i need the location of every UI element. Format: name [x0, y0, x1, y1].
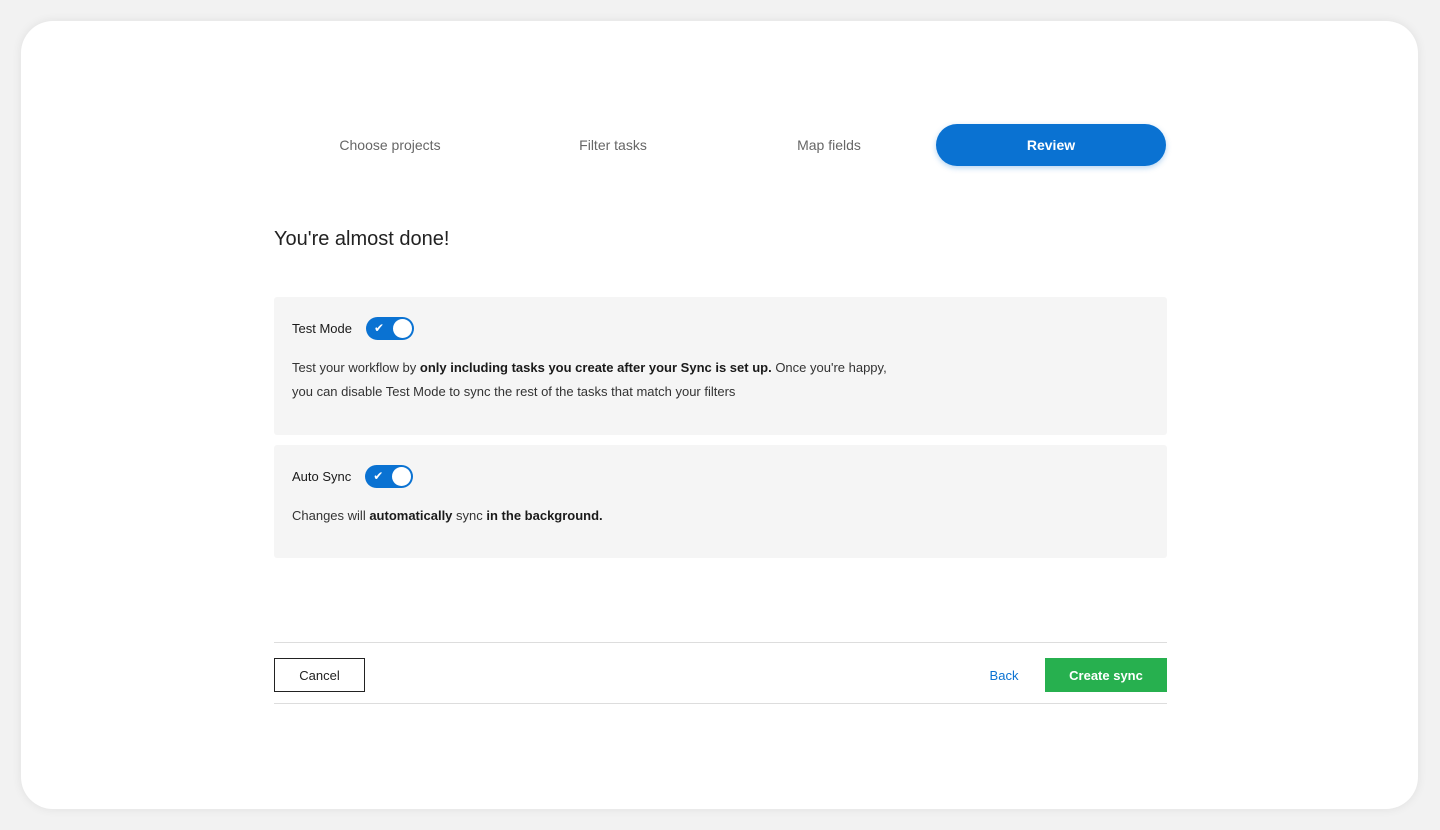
test-mode-text-line2: you can disable Test Mode to sync the re… [292, 384, 736, 399]
test-mode-text-part: Once you're happy, [771, 360, 887, 375]
auto-sync-description: Changes will automatically sync in the b… [292, 504, 992, 528]
auto-sync-header: Auto Sync ✔ [292, 465, 414, 488]
test-mode-description: Test your workflow by only including tas… [292, 356, 992, 404]
step-map-fields[interactable]: Map fields [716, 124, 942, 166]
auto-sync-toggle[interactable]: ✔ [365, 465, 414, 488]
test-mode-text-part: Test your workflow by [292, 360, 420, 375]
auto-sync-text-bold: automatically [369, 508, 453, 523]
test-mode-title: Test Mode [292, 321, 352, 336]
stepper: Choose projects Filter tasks Map fields … [274, 124, 1166, 166]
check-icon: ✔ [373, 321, 385, 335]
step-filter-tasks[interactable]: Filter tasks [500, 124, 726, 166]
toggle-knob [392, 319, 412, 338]
page-title: You're almost done! [274, 228, 450, 250]
auto-sync-text-part: sync [452, 508, 487, 523]
toggle-knob [392, 467, 412, 486]
test-mode-panel: Test Mode ✔ Test your workflow by only i… [274, 297, 1167, 435]
check-icon: ✔ [373, 469, 384, 483]
step-review[interactable]: Review [936, 124, 1166, 166]
test-mode-header: Test Mode ✔ [292, 317, 414, 340]
auto-sync-panel: Auto Sync ✔ Changes will automatically s… [274, 445, 1167, 558]
test-mode-toggle[interactable]: ✔ [365, 317, 414, 340]
back-button[interactable]: Back [974, 658, 1034, 692]
create-sync-button[interactable]: Create sync [1045, 658, 1167, 692]
test-mode-text-bold: only including tasks you create after yo… [419, 360, 772, 375]
step-choose-projects[interactable]: Choose projects [274, 124, 506, 166]
cancel-button[interactable]: Cancel [274, 658, 365, 692]
auto-sync-text-part: Changes will [292, 508, 370, 523]
auto-sync-title: Auto Sync [292, 469, 352, 484]
auto-sync-text-bold: in the background. [486, 508, 603, 523]
footer-bar: Cancel Back Create sync [274, 642, 1167, 704]
